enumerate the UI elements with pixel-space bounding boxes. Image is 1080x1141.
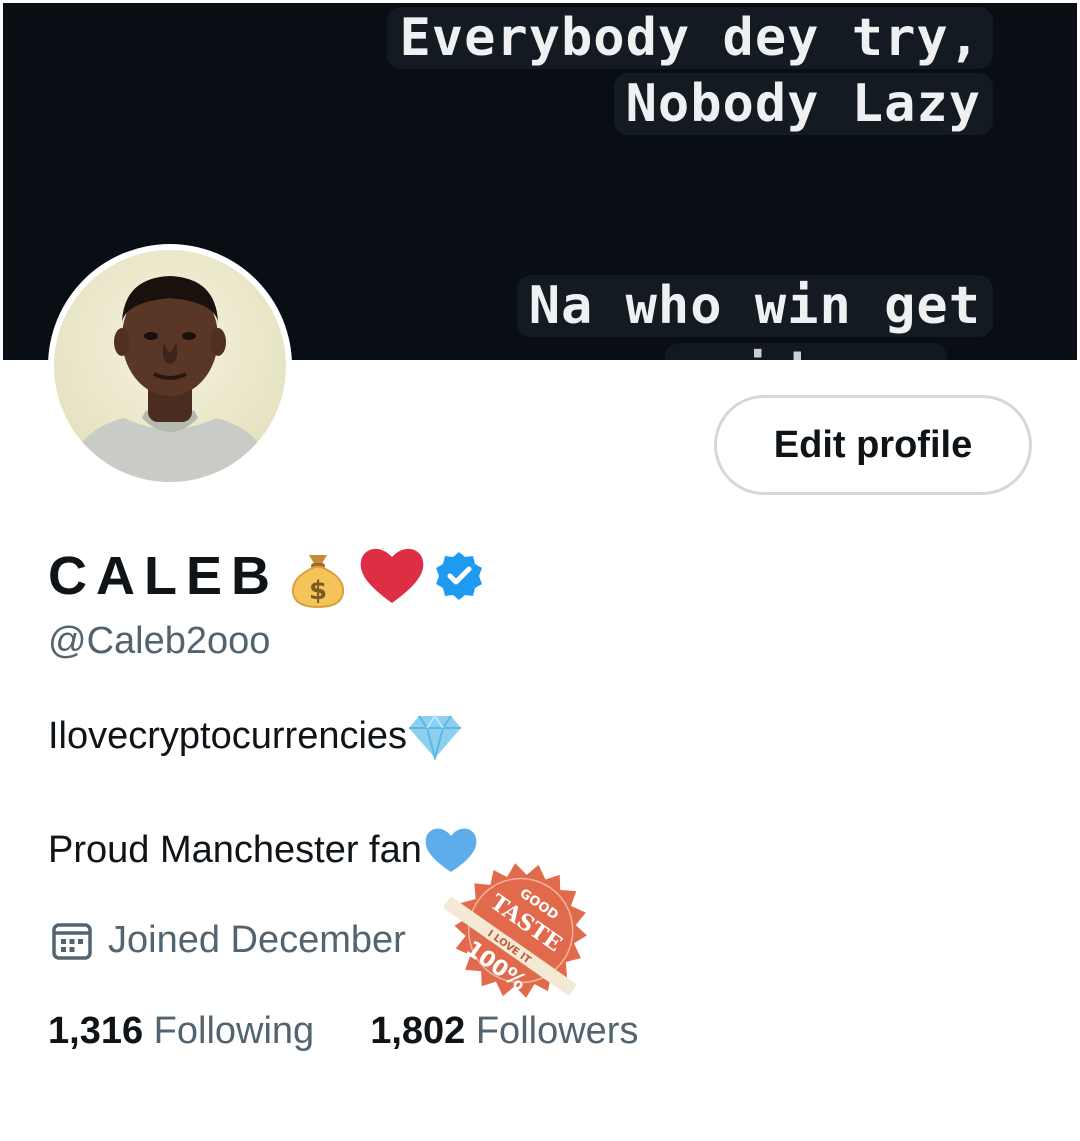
calendar-icon (52, 923, 92, 960)
money-bag-icon: $ (291, 555, 345, 609)
banner-text-line-2: Nobody Lazy (613, 73, 993, 135)
gem-icon (409, 714, 462, 760)
bio-text-1: Ilovecryptocurrencies (48, 714, 408, 757)
followers-link[interactable]: 1,802 Followers (370, 1010, 638, 1053)
followers-count: 1,802 (370, 1010, 466, 1052)
bio-line-1: Ilovecryptocurrencies (48, 712, 463, 760)
red-heart-icon (360, 548, 424, 603)
edit-profile-button[interactable]: Edit profile (714, 395, 1032, 495)
banner-text-line-3: Na who win get (516, 275, 993, 337)
avatar-portrait-icon (64, 276, 276, 482)
good-taste-sticker: GOOD TASTE I LOVE IT 100% (442, 858, 594, 1008)
bio-line-2: Proud Manchester fan (48, 826, 480, 874)
profile-avatar[interactable] (48, 244, 292, 488)
following-label: Following (153, 1010, 315, 1052)
joined-text: Joined December (108, 918, 406, 961)
followers-label: Followers (475, 1010, 639, 1052)
display-name: CALEB (48, 546, 279, 606)
display-name-row: CALEB $ (48, 540, 485, 612)
banner-text-line-4: evidence (664, 343, 947, 360)
joined-date: Joined December (50, 918, 406, 962)
user-handle: @Caleb2ooo (48, 620, 271, 662)
verified-badge-icon[interactable] (433, 550, 485, 602)
following-link[interactable]: 1,316 Following (48, 1010, 314, 1053)
banner-text-line-1: Everybody dey try, (387, 7, 993, 69)
following-count: 1,316 (48, 1010, 144, 1052)
bio-text-2: Proud Manchester fan (48, 828, 422, 871)
svg-text:$: $ (309, 576, 327, 606)
follow-stats: 1,316 Following 1,802 Followers (48, 1010, 638, 1053)
avatar-photo (54, 250, 286, 482)
